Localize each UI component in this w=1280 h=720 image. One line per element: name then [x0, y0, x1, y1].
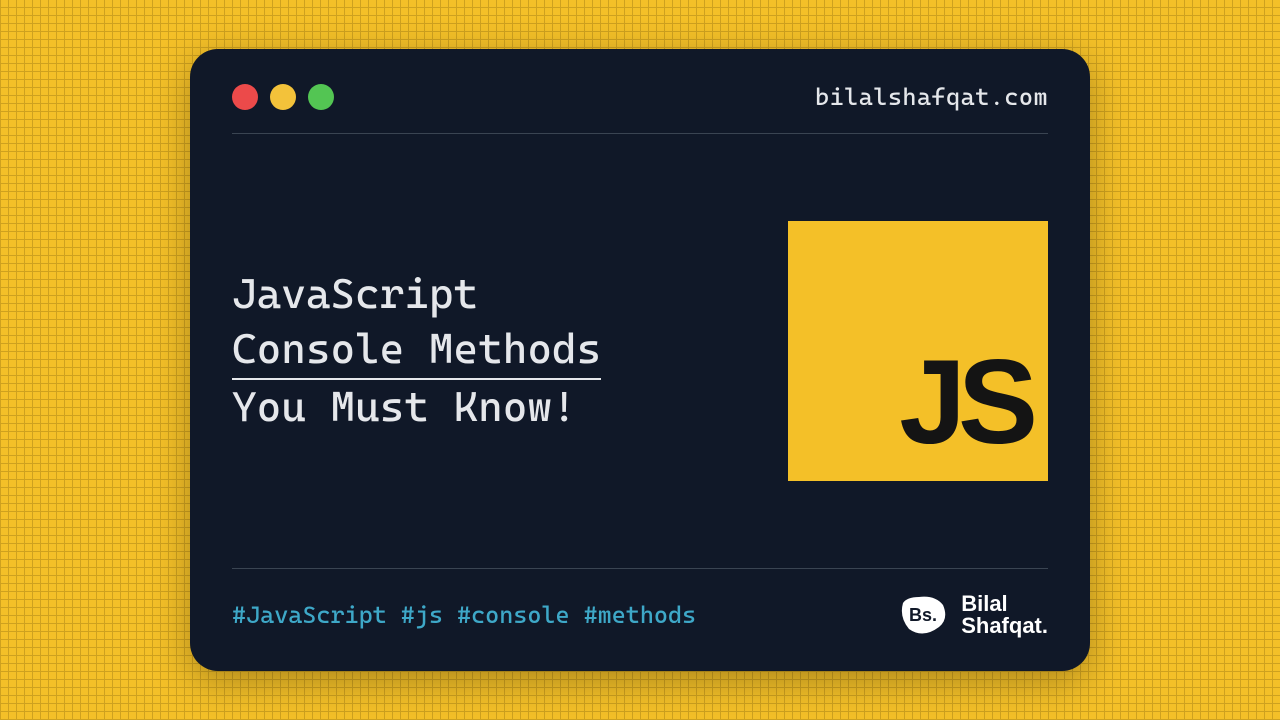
title-line-2: Console Methods	[232, 322, 601, 381]
brand-logo: Bs. Bilal Shafqat.	[895, 593, 1048, 637]
window-controls	[232, 84, 334, 110]
site-url: bilalshafqat.com	[815, 83, 1048, 111]
brand-text: Bilal Shafqat.	[961, 593, 1048, 637]
brand-blob-icon: Bs.	[895, 593, 951, 637]
hashtags: #JavaScript #js #console #methods	[232, 601, 696, 629]
maximize-icon	[308, 84, 334, 110]
card-main: JavaScript Console Methods You Must Know…	[232, 134, 1048, 568]
promo-card: bilalshafqat.com JavaScript Console Meth…	[190, 49, 1090, 671]
title-block: JavaScript Console Methods You Must Know…	[232, 267, 738, 435]
brand-line-2: Shafqat.	[961, 615, 1048, 637]
title-line-3: You Must Know!	[232, 380, 738, 435]
minimize-icon	[270, 84, 296, 110]
card-footer: #JavaScript #js #console #methods Bs. Bi…	[232, 568, 1048, 637]
brand-line-1: Bilal	[961, 593, 1048, 615]
card-header: bilalshafqat.com	[232, 83, 1048, 134]
title-line-1: JavaScript	[232, 267, 738, 322]
close-icon	[232, 84, 258, 110]
javascript-logo-icon: JS	[788, 221, 1048, 481]
svg-text:Bs.: Bs.	[909, 605, 937, 625]
js-logo-text: JS	[899, 333, 1030, 471]
